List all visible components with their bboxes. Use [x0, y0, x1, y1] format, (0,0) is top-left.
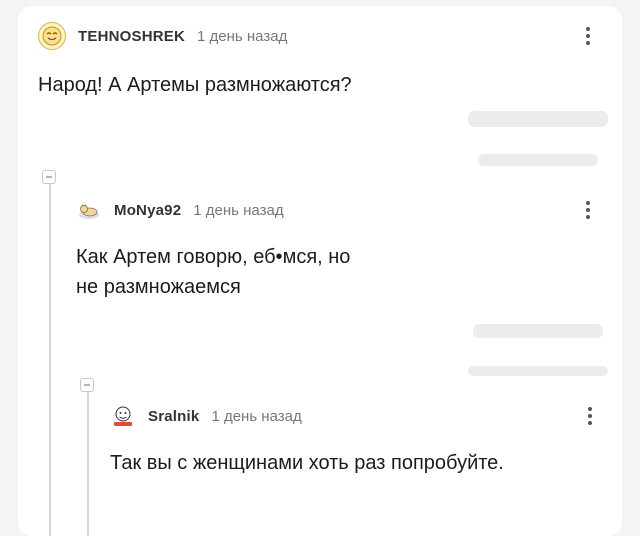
timestamp: 1 день назад — [193, 201, 284, 219]
thread-line — [87, 392, 89, 536]
more-options-icon[interactable] — [578, 196, 598, 224]
comment-1: TEHNOSHREK 1 день назад Народ! А Артемы … — [38, 22, 608, 100]
comment-text: Как Артем говорю, еб•мся, но не размножа… — [76, 242, 588, 302]
comment-text: Народ! А Артемы размножаются? — [38, 74, 352, 96]
comment-header: Sralnik 1 день назад — [110, 402, 600, 430]
background-shadow — [478, 154, 598, 166]
comment-3: Sralnik 1 день назад Так вы с женщинами … — [110, 402, 600, 478]
more-options-icon[interactable] — [580, 402, 600, 430]
comment-text-line: не размножаемся — [76, 276, 241, 298]
author-name[interactable]: MoNya92 — [114, 202, 181, 219]
more-options-icon[interactable] — [578, 22, 598, 50]
timestamp: 1 день назад — [197, 27, 288, 45]
timestamp: 1 день назад — [211, 407, 302, 425]
comments-card: TEHNOSHREK 1 день назад Народ! А Артемы … — [18, 6, 622, 536]
sleeping-cat-icon[interactable] — [76, 197, 102, 223]
comment-2: MoNya92 1 день назад Как Артем говорю, е… — [76, 196, 590, 302]
thread-line — [49, 184, 51, 536]
comment-header: TEHNOSHREK 1 день назад — [38, 22, 608, 50]
collapse-thread-icon[interactable] — [42, 170, 56, 184]
background-shadow — [473, 324, 603, 338]
background-shadow — [468, 111, 608, 127]
meme-face-icon[interactable] — [110, 403, 136, 429]
collapse-thread-icon[interactable] — [80, 378, 94, 392]
comment-header: MoNya92 1 день назад — [76, 196, 588, 224]
comment-text-line: Как Артем говорю, еб•мся, но — [76, 246, 351, 268]
comment-text: Так вы с женщинами хоть раз попробуйте. — [110, 452, 504, 474]
background-shadow — [468, 366, 608, 376]
author-name[interactable]: Sralnik — [148, 408, 199, 425]
author-name[interactable]: TEHNOSHREK — [78, 28, 185, 45]
smiley-face-icon[interactable] — [38, 22, 66, 50]
